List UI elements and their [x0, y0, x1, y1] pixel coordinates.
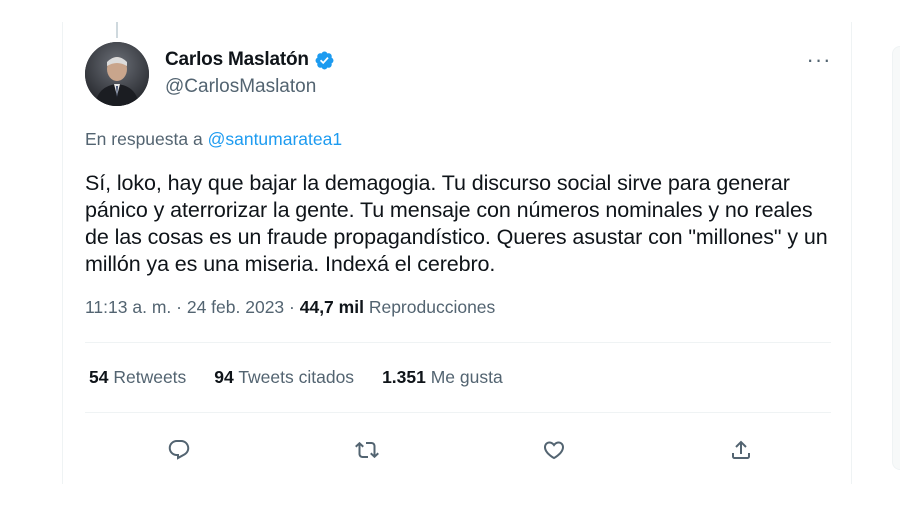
likes-stat[interactable]: 1.351 Me gusta	[382, 367, 503, 388]
more-options-button[interactable]: ···	[801, 47, 837, 72]
side-panel-edge	[892, 46, 900, 470]
avatar-image	[85, 42, 149, 106]
quote-tweets-label: Tweets citados	[238, 367, 355, 387]
retweet-button[interactable]	[347, 430, 387, 470]
more-icon: ···	[806, 47, 832, 72]
retweets-stat[interactable]: 54 Retweets	[89, 367, 186, 388]
reply-icon	[168, 440, 190, 460]
page: Carlos Maslatón @CarlosMaslaton ··· En r…	[0, 0, 900, 505]
tweet-time[interactable]: 11:13 a. m.	[85, 297, 171, 317]
engagement-stats: 54 Retweets 94 Tweets citados 1.351 Me g…	[89, 367, 503, 388]
tweet-meta: 11:13 a. m. · 24 feb. 2023 · 44,7 mil Re…	[85, 297, 495, 318]
quote-tweets-count: 94	[214, 367, 234, 387]
meta-separator: ·	[176, 297, 182, 317]
retweets-label: Retweets	[113, 367, 187, 387]
verified-badge-icon	[314, 50, 335, 71]
like-button[interactable]	[534, 430, 574, 470]
reply-mention-link[interactable]: @santumaratea1	[208, 129, 343, 149]
quote-tweets-stat[interactable]: 94 Tweets citados	[214, 367, 354, 388]
avatar[interactable]	[85, 42, 149, 106]
share-button[interactable]	[721, 430, 761, 470]
divider	[85, 412, 831, 413]
views-label: Reproducciones	[368, 297, 496, 317]
author-name-row[interactable]: Carlos Maslatón	[165, 49, 335, 71]
tweet-card: Carlos Maslatón @CarlosMaslaton ··· En r…	[62, 22, 852, 484]
reply-prefix: En respuesta a	[85, 129, 203, 149]
author-handle[interactable]: @CarlosMaslaton	[165, 76, 316, 98]
likes-label: Me gusta	[430, 367, 503, 387]
retweets-count: 54	[89, 367, 109, 387]
tweet-date[interactable]: 24 feb. 2023	[187, 297, 284, 317]
retweet-icon	[355, 441, 379, 459]
heart-icon	[543, 441, 565, 460]
author-display-name[interactable]: Carlos Maslatón	[165, 49, 309, 71]
views-count: 44,7 mil	[299, 297, 364, 317]
likes-count: 1.351	[382, 367, 426, 387]
reply-context: En respuesta a @santumaratea1	[85, 129, 342, 150]
reply-button[interactable]	[159, 430, 199, 470]
thread-connector	[116, 22, 118, 38]
share-icon	[732, 440, 750, 459]
action-bar	[85, 430, 831, 470]
tweet-text: Sí, loko, hay que bajar la demagogia. Tu…	[85, 171, 828, 276]
divider	[85, 342, 831, 343]
meta-separator: ·	[289, 297, 295, 317]
